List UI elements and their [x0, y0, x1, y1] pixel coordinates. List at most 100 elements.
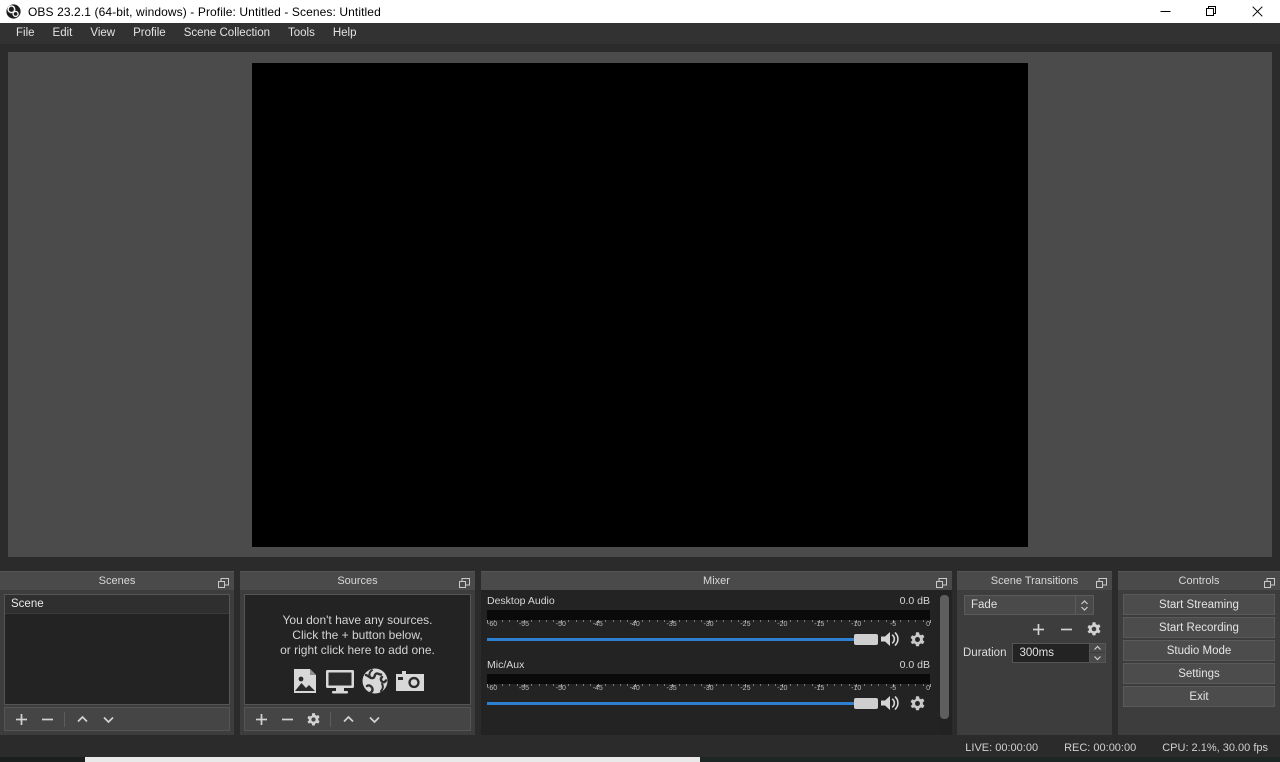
meter-scale-label: -35 [666, 621, 677, 628]
meter-scale-label: -25 [740, 685, 751, 692]
duration-row: Duration 300ms [963, 642, 1106, 664]
sources-empty-icons [245, 667, 470, 700]
volume-slider[interactable] [487, 630, 878, 648]
add-source-button[interactable] [249, 708, 273, 730]
duration-stepper[interactable] [1089, 644, 1105, 662]
meter-scale-label: -45 [592, 685, 603, 692]
meter-scale-label: -15 [814, 621, 825, 628]
meter-scale-label: -50 [555, 685, 566, 692]
mixer-dock-header: Mixer [481, 571, 952, 590]
meter-scale-label: 0 [926, 621, 930, 628]
duration-value: 300ms [1019, 647, 1054, 659]
channel-controls [487, 628, 930, 650]
scenes-list[interactable]: Scene [4, 594, 230, 705]
preview-canvas[interactable] [252, 63, 1028, 547]
undock-icon[interactable] [459, 576, 470, 588]
menu-profile[interactable]: Profile [124, 25, 175, 43]
transition-select[interactable]: Fade [964, 595, 1094, 615]
mixer-scrollbar[interactable] [939, 591, 951, 734]
meter-tick [930, 620, 931, 623]
meter-scale-label: -10 [851, 685, 862, 692]
mixer-dock-title: Mixer [703, 574, 730, 587]
status-bar: LIVE: 00:00:00 REC: 00:00:00 CPU: 2.1%, … [0, 738, 1280, 757]
volume-slider-track [487, 702, 878, 705]
remove-scene-button[interactable] [35, 708, 59, 730]
sources-empty-message: You don't have any sources. Click the + … [245, 613, 470, 658]
undock-icon[interactable] [936, 576, 947, 588]
settings-button[interactable]: Settings [1123, 663, 1275, 684]
scene-transitions-dock-body: Fade Duration 300ms [957, 590, 1112, 735]
display-capture-icon [325, 667, 355, 700]
start-recording-button[interactable]: Start Recording [1123, 617, 1275, 638]
menu-help[interactable]: Help [324, 25, 366, 43]
undock-icon[interactable] [218, 576, 229, 588]
meter-scale-label: -40 [629, 621, 640, 628]
preview-area[interactable] [8, 52, 1272, 557]
menu-tools[interactable]: Tools [279, 25, 324, 43]
chevron-down-icon[interactable] [1090, 653, 1105, 662]
meter-scale-label: -50 [555, 621, 566, 628]
sources-empty-line-3: or right click here to add one. [280, 643, 435, 657]
menu-view[interactable]: View [81, 25, 124, 43]
remove-source-button[interactable] [275, 708, 299, 730]
minimize-button[interactable] [1142, 0, 1188, 23]
duration-label: Duration [963, 647, 1007, 659]
meter-tick [930, 684, 931, 687]
chevron-up-icon[interactable] [1090, 644, 1105, 653]
list-item[interactable]: Scene [5, 595, 229, 614]
meter-scale-label: -55 [518, 685, 529, 692]
volume-meter: -60 -55 -50 -45 -40 -35 -30 -25 -20 -15 -10 -5 0 [487, 674, 931, 692]
speaker-on-icon[interactable] [878, 628, 904, 650]
obs-main-window: OBS 23.2.1 (64-bit, windows) - Profile: … [0, 0, 1280, 762]
sources-dock-body: You don't have any sources. Click the + … [240, 590, 475, 735]
meter-scale-label: -15 [814, 685, 825, 692]
scene-transitions-toolbar [1026, 618, 1106, 640]
scene-transitions-dock: Scene Transitions Fade Duration 300ms [957, 571, 1112, 735]
mixer-scrollbar-thumb[interactable] [940, 595, 949, 719]
restore-button[interactable] [1188, 0, 1234, 23]
meter-scale-label: -35 [666, 685, 677, 692]
menu-file[interactable]: File [7, 25, 44, 43]
move-scene-down-button[interactable] [96, 708, 120, 730]
undock-icon[interactable] [1264, 576, 1275, 588]
studio-mode-button[interactable]: Studio Mode [1123, 640, 1275, 661]
close-button[interactable] [1234, 0, 1280, 23]
channel-name: Mic/Aux [487, 659, 525, 671]
volume-slider[interactable] [487, 694, 878, 712]
source-properties-button[interactable] [301, 708, 325, 730]
sources-list[interactable]: You don't have any sources. Click the + … [244, 594, 471, 705]
channel-controls [487, 692, 930, 714]
title-bar: OBS 23.2.1 (64-bit, windows) - Profile: … [0, 0, 1280, 23]
undock-icon[interactable] [1096, 576, 1107, 588]
live-timer: LIVE: 00:00:00 [965, 741, 1039, 754]
scene-name: Scene [11, 598, 44, 610]
add-scene-button[interactable] [9, 708, 33, 730]
meter-scale-label: -55 [518, 621, 529, 628]
start-streaming-button[interactable]: Start Streaming [1123, 594, 1275, 615]
menu-edit[interactable]: Edit [44, 25, 82, 43]
move-scene-up-button[interactable] [70, 708, 94, 730]
duration-input[interactable]: 300ms [1012, 643, 1106, 663]
chevron-updown-icon[interactable] [1075, 596, 1093, 614]
gear-icon[interactable] [904, 692, 930, 714]
remove-transition-button[interactable] [1054, 618, 1078, 640]
sources-empty-line-1: You don't have any sources. [282, 613, 433, 627]
add-transition-button[interactable] [1026, 618, 1050, 640]
transition-properties-button[interactable] [1082, 618, 1106, 640]
speaker-on-icon[interactable] [878, 692, 904, 714]
window-title: OBS 23.2.1 (64-bit, windows) - Profile: … [28, 4, 381, 19]
exit-button[interactable]: Exit [1123, 686, 1275, 707]
menu-scene-collection[interactable]: Scene Collection [175, 25, 279, 43]
volume-slider-handle[interactable] [854, 698, 878, 709]
gear-icon[interactable] [904, 628, 930, 650]
move-source-down-button[interactable] [362, 708, 386, 730]
toolbar-divider [330, 711, 331, 727]
mixer-dock: Mixer Desktop Audio 0.0 dB -60 -55 -50 -… [481, 571, 952, 735]
channel-name: Desktop Audio [487, 595, 555, 607]
volume-slider-handle[interactable] [854, 634, 878, 645]
scenes-dock-body: Scene [0, 590, 234, 735]
controls-dock-body: Start Streaming Start Recording Studio M… [1118, 590, 1280, 735]
move-source-up-button[interactable] [336, 708, 360, 730]
scenes-dock-header: Scenes [0, 571, 234, 590]
volume-meter: -60 -55 -50 -45 -40 -35 -30 -25 -20 -15 -10 -5 0 [487, 610, 931, 628]
